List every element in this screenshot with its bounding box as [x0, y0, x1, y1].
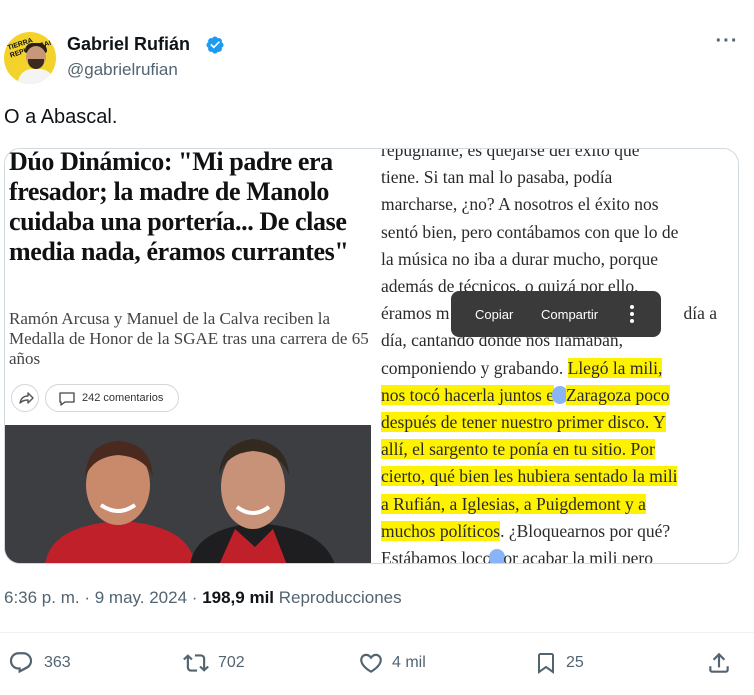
tweet-date[interactable]: 9 may. 2024 — [95, 588, 187, 607]
book-line: componiendo y grabando. Llegó la mili, — [381, 355, 731, 382]
book-line-highlight: allí, el sargento te ponía en tu sitio. … — [381, 439, 655, 460]
bookmark-button[interactable]: 25 — [534, 650, 594, 676]
book-line-highlight: nos tocó hacerla juntos e — [381, 384, 555, 405]
like-button[interactable]: 4 mil — [358, 650, 438, 676]
book-line-text: día a — [683, 303, 718, 324]
tweet-text: O a Abascal. — [4, 106, 118, 128]
avatar-beard — [28, 59, 44, 69]
book-line-highlight: Llegó la mili, — [567, 357, 663, 378]
book-line-highlight: muchos políticos — [381, 520, 501, 541]
book-line: sentó bien, pero contábamos con que lo d… — [381, 219, 731, 246]
tweet-media[interactable]: Dúo Dinámico: "Mi padre era fresador; la… — [4, 148, 739, 564]
book-line: Estábamos loco or acabar la mili pero — [381, 545, 731, 564]
book-line: repugnante, es quejarse del éxito que — [381, 148, 731, 164]
avatar-body — [18, 69, 54, 84]
comment-icon — [59, 392, 75, 406]
verified-badge-icon[interactable] — [205, 35, 225, 55]
comments-label: 242 comentarios — [82, 392, 164, 404]
book-line-text: componiendo y grabando. — [381, 357, 568, 378]
book-line: allí, el sargento te ponía en tu sitio. … — [381, 436, 731, 463]
views-count: 198,9 mil — [202, 588, 275, 607]
book-line: la música no iba a durar mucho, porque — [381, 246, 731, 273]
article-headline: Dúo Dinámico: "Mi padre era fresador; la… — [9, 148, 349, 266]
upload-icon — [709, 652, 729, 673]
tweet-time[interactable]: 6:36 p. m. — [4, 588, 80, 607]
book-line: a Rufián, a Iglesias, a Puigdemont y a — [381, 491, 731, 518]
book-line-highlight: cierto, qué bien les hubiera sentado la … — [381, 466, 678, 487]
divider — [0, 632, 754, 633]
text-context-menu: Copiar Compartir — [451, 291, 661, 337]
bookmark-icon — [538, 653, 554, 674]
tweet-actions: 363 702 4 mil 25 — [0, 644, 754, 684]
news-clipping: Dúo Dinámico: "Mi padre era fresador; la… — [5, 148, 371, 563]
more-icon[interactable]: ··· — [714, 31, 740, 56]
copy-menu-item: Copiar — [475, 307, 514, 322]
book-line: después de tener nuestro primer disco. Y — [381, 409, 731, 436]
book-line-text: . ¿Bloquearnos por qué? — [500, 520, 671, 541]
article-subhead: Ramón Arcusa y Manuel de la Calva recibe… — [9, 309, 369, 368]
display-name[interactable]: Gabriel Rufián — [67, 34, 190, 55]
tweet-header: TIERRA REPUBLICANA Gabriel Rufián @gabri… — [0, 0, 754, 100]
book-line-text: sentó bien, pero contábamos con que lo d… — [381, 221, 679, 242]
book-line: cierto, qué bien les hubiera sentado la … — [381, 463, 731, 490]
book-line: nos tocó hacerla juntos e Zaragoza poco — [381, 382, 731, 409]
repost-count: 702 — [218, 654, 245, 671]
comments-button: 242 comentarios — [45, 384, 179, 412]
repost-button[interactable]: 702 — [182, 650, 262, 676]
book-line-highlight: a Rufián, a Iglesias, a Puigdemont y a — [381, 493, 646, 514]
book-line: marcharse, ¿no? A nosotros el éxito nos — [381, 191, 731, 218]
book-line-text: tiene. Si tan mal lo pasaba, podía — [381, 167, 613, 188]
meta-separator-2: · — [191, 588, 198, 607]
book-line: muchos políticos. ¿Bloquearnos por qué? — [381, 518, 731, 545]
book-line-text: repugnante, es quejarse del éxito que — [381, 148, 640, 160]
more-vertical-icon — [630, 305, 634, 323]
book-page: repugnante, es quejarse del éxito que tie… — [371, 148, 738, 564]
duo-photo — [5, 425, 371, 563]
book-text: repugnante, es quejarse del éxito que tie… — [381, 148, 731, 564]
tweet-meta: 6:36 p. m. · 9 may. 2024 · 198,9 mil Rep… — [4, 588, 402, 608]
repost-icon — [183, 654, 209, 672]
views-label: Reproducciones — [278, 588, 402, 607]
book-line-highlight: después de tener nuestro primer disco. Y — [381, 412, 666, 433]
book-line-text: marcharse, ¿no? A nosotros el éxito nos — [381, 194, 659, 215]
book-line-highlight: Zaragoza poco — [566, 384, 670, 405]
like-count: 4 mil — [392, 654, 426, 671]
reply-count: 363 — [44, 654, 71, 671]
reply-button[interactable]: 363 — [8, 650, 88, 676]
reply-icon — [9, 652, 33, 674]
book-line-text: éramos m — [381, 303, 450, 324]
share-icon — [11, 384, 39, 412]
book-line-text: or acabar la mili pero — [503, 548, 653, 564]
book-line-text: la música no iba a durar mucho, porque — [381, 248, 658, 269]
like-icon — [360, 653, 382, 673]
handle[interactable]: @gabrielrufian — [67, 60, 178, 80]
avatar[interactable]: TIERRA REPUBLICANA — [4, 32, 56, 84]
meta-separator: · — [84, 588, 91, 607]
book-line: tiene. Si tan mal lo pasaba, podía — [381, 164, 731, 191]
share-button[interactable] — [706, 650, 734, 676]
share-menu-item: Compartir — [541, 307, 599, 322]
bookmark-count: 25 — [566, 654, 584, 671]
book-line-text: Estábamos loco — [381, 548, 492, 564]
